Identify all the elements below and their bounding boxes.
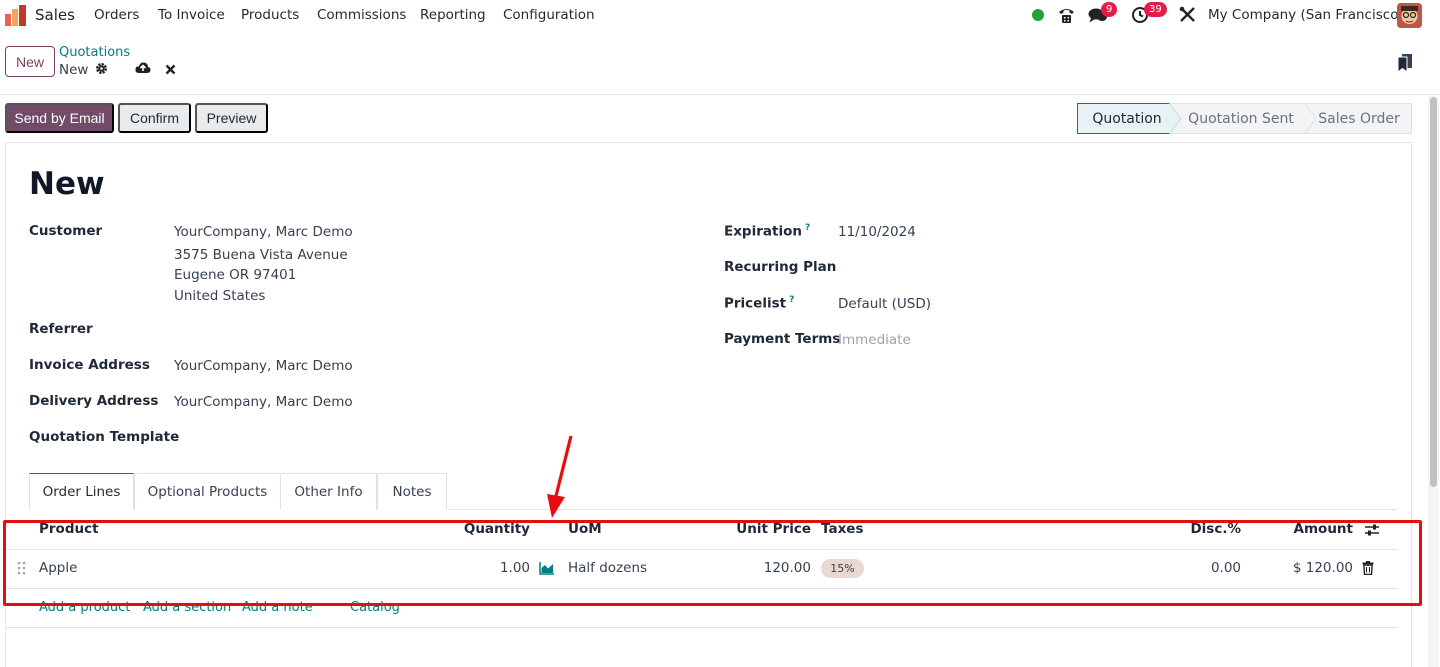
stage-quotation-sent[interactable]: Quotation Sent [1181, 103, 1301, 134]
optional-columns-sliders-icon[interactable] [1364, 523, 1380, 537]
invoice-address-label: Invoice Address [29, 357, 150, 373]
cell-discount[interactable]: 0.00 [1170, 560, 1241, 576]
referrer-label: Referrer [29, 321, 93, 337]
discard-close-icon[interactable] [165, 64, 176, 75]
phone-icon[interactable] [1057, 6, 1076, 24]
menu-products[interactable]: Products [241, 7, 299, 23]
breadcrumb-current: New [59, 62, 108, 78]
presence-status-icon[interactable] [1032, 9, 1044, 21]
menu-reporting[interactable]: Reporting [420, 7, 486, 23]
menu-to-invoice[interactable]: To Invoice [158, 7, 225, 23]
expiration-help-icon[interactable]: ? [805, 223, 810, 233]
stage-quotation[interactable]: Quotation [1077, 103, 1177, 134]
activities-badge: 39 [1144, 2, 1167, 17]
save-cloud-icon[interactable] [135, 61, 151, 75]
tab-notes[interactable]: Notes [377, 473, 447, 510]
column-quantity[interactable]: Quantity [450, 521, 530, 537]
cell-unit-price[interactable]: 120.00 [720, 560, 811, 576]
tab-other-info[interactable]: Other Info [280, 473, 377, 510]
forecast-area-chart-icon[interactable] [539, 561, 555, 575]
expiration-label-text: Expiration [724, 223, 802, 240]
cell-product[interactable]: Apple [39, 560, 77, 576]
delivery-address-label: Delivery Address [29, 393, 159, 409]
send-by-email-button[interactable]: Send by Email [5, 103, 114, 133]
breadcrumb-quotations[interactable]: Quotations [59, 45, 130, 60]
cell-tax-tag[interactable]: 15% [821, 559, 864, 578]
customer-label: Customer [29, 223, 103, 239]
app-name[interactable]: Sales [35, 6, 75, 24]
cell-quantity[interactable]: 1.00 [450, 560, 530, 576]
add-section-link[interactable]: Add a section [143, 600, 231, 615]
customer-country: United States [174, 288, 266, 304]
cell-amount: $ 120.00 [1292, 560, 1353, 576]
pricelist-label-text: Pricelist [724, 295, 787, 312]
record-title: New [29, 166, 105, 202]
menu-configuration[interactable]: Configuration [503, 7, 595, 23]
cell-uom[interactable]: Half dozens [568, 560, 647, 576]
payment-terms-field[interactable]: Immediate [838, 332, 911, 348]
control-panel-divider [0, 94, 1440, 95]
tab-order-lines[interactable]: Order Lines [29, 473, 134, 510]
column-uom[interactable]: UoM [568, 521, 602, 537]
pricelist-field[interactable]: Default (USD) [838, 296, 931, 312]
pricelist-label: Pricelist? [724, 295, 794, 312]
tools-icon[interactable] [1179, 6, 1196, 23]
delivery-address-field[interactable]: YourCompany, Marc Demo [174, 394, 353, 410]
payment-terms-label: Payment Terms [724, 331, 841, 347]
tab-optional-products[interactable]: Optional Products [134, 473, 281, 510]
delete-trash-icon[interactable] [1362, 561, 1374, 575]
expiration-field[interactable]: 11/10/2024 [838, 224, 916, 240]
add-note-link[interactable]: Add a note [242, 600, 313, 615]
catalog-link[interactable]: Catalog [350, 600, 400, 615]
menu-orders[interactable]: Orders [94, 7, 139, 23]
column-unit-price[interactable]: Unit Price [720, 521, 811, 537]
row-divider [5, 588, 1398, 589]
user-avatar[interactable] [1397, 3, 1422, 28]
menu-commissions[interactable]: Commissions [317, 7, 406, 23]
breadcrumb-current-label: New [59, 62, 89, 78]
column-product[interactable]: Product [39, 521, 99, 537]
column-amount[interactable]: Amount [1270, 521, 1353, 537]
confirm-button[interactable]: Confirm [118, 103, 191, 133]
sales-app-icon[interactable] [4, 4, 28, 26]
customer-name[interactable]: YourCompany, Marc Demo [174, 224, 353, 240]
pricelist-help-icon[interactable]: ? [789, 295, 794, 305]
annotation-arrow-icon [547, 435, 573, 518]
company-switcher[interactable]: My Company (San Francisco) [1208, 7, 1404, 23]
stage-sales-order[interactable]: Sales Order [1315, 103, 1403, 134]
preview-button[interactable]: Preview [195, 103, 268, 133]
column-taxes[interactable]: Taxes [821, 521, 863, 537]
drag-handle-icon[interactable] [17, 561, 26, 575]
gear-icon[interactable] [95, 62, 108, 75]
new-button[interactable]: New [5, 46, 55, 77]
expiration-label: Expiration? [724, 223, 810, 240]
quotation-template-label: Quotation Template [29, 429, 180, 445]
messages-badge: 9 [1101, 2, 1118, 17]
customer-street: 3575 Buena Vista Avenue [174, 247, 348, 263]
scrollbar-thumb[interactable] [1430, 97, 1437, 487]
add-product-link[interactable]: Add a product [39, 600, 130, 615]
column-discount[interactable]: Disc.% [1170, 521, 1241, 537]
bookmark-pages-icon[interactable] [1397, 53, 1413, 73]
bottom-divider [5, 627, 1398, 628]
customer-city: Eugene OR 97401 [174, 267, 297, 283]
header-divider [5, 549, 1398, 550]
invoice-address-field[interactable]: YourCompany, Marc Demo [174, 358, 353, 374]
top-navbar: Sales Orders To Invoice Products Commiss… [0, 0, 1440, 31]
recurring-plan-label: Recurring Plan [724, 259, 837, 275]
